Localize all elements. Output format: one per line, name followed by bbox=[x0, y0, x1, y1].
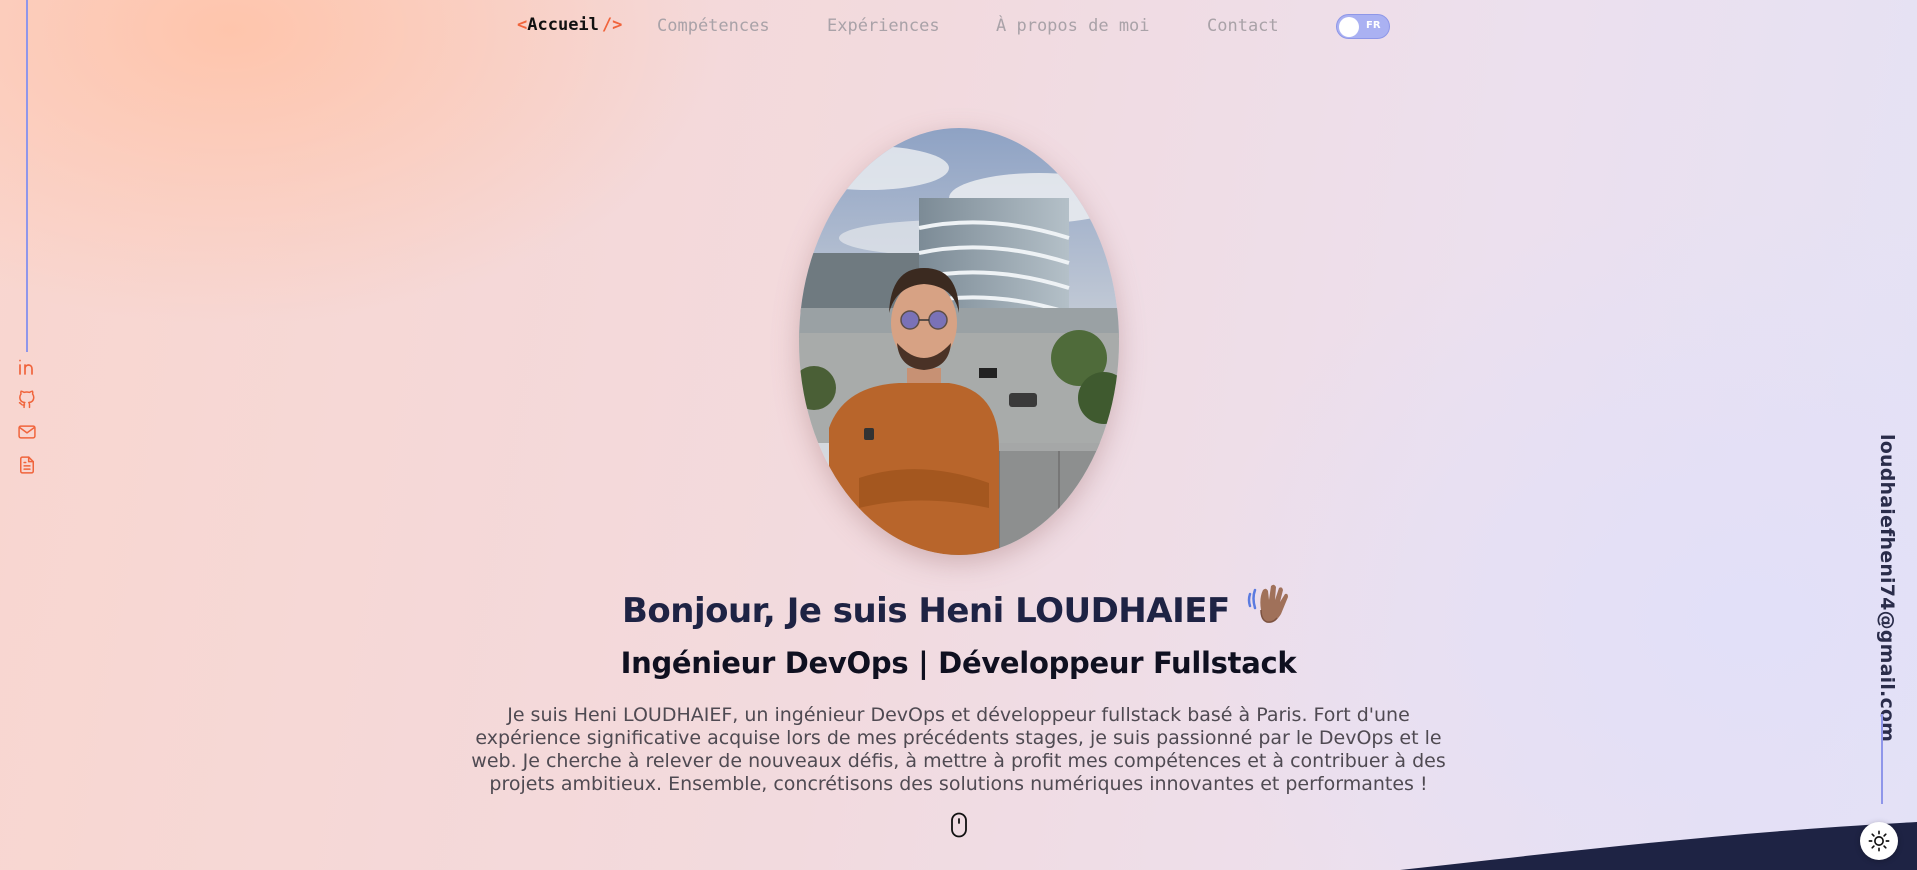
top-nav: <Accueil/> Compétences Expériences À pro… bbox=[0, 14, 1917, 39]
mouse-scroll-icon[interactable] bbox=[950, 812, 968, 838]
linkedin-icon[interactable] bbox=[17, 357, 37, 377]
document-icon[interactable] bbox=[17, 455, 37, 475]
right-vertical-line bbox=[1881, 714, 1883, 804]
nav-home-link[interactable]: <Accueil/> bbox=[517, 15, 622, 35]
language-toggle[interactable]: FR bbox=[1336, 14, 1390, 39]
nav-link-competences[interactable]: Compétences bbox=[657, 16, 770, 36]
left-vertical-line bbox=[26, 0, 28, 352]
hero-description: Je suis Heni LOUDHAIEF, un ingénieur Dev… bbox=[471, 704, 1446, 795]
bottom-wave-decoration bbox=[1400, 822, 1917, 870]
language-label: FR bbox=[1366, 20, 1381, 31]
hero-title: Bonjour, Je suis Heni LOUDHAIEF bbox=[0, 580, 1917, 635]
theme-toggle-button[interactable] bbox=[1860, 822, 1898, 860]
language-toggle-knob bbox=[1339, 17, 1359, 37]
nav-link-contact[interactable]: Contact bbox=[1207, 16, 1279, 36]
nav-link-about[interactable]: À propos de moi bbox=[996, 16, 1150, 36]
nav-link-experiences[interactable]: Expériences bbox=[827, 16, 940, 36]
hero-subtitle: Ingénieur DevOps | Développeur Fullstack bbox=[620, 646, 1297, 680]
hero-title-text: Bonjour, Je suis Heni LOUDHAIEF bbox=[621, 591, 1230, 631]
nav-home-close-bracket: /> bbox=[601, 15, 623, 35]
sun-icon bbox=[1868, 830, 1890, 852]
nav-home-label: Accueil bbox=[527, 15, 599, 35]
profile-photo bbox=[799, 128, 1119, 555]
mail-icon[interactable] bbox=[17, 422, 37, 442]
github-icon[interactable] bbox=[17, 389, 37, 409]
waving-hand-icon bbox=[1247, 580, 1295, 635]
nav-home-open-bracket: < bbox=[517, 15, 528, 35]
